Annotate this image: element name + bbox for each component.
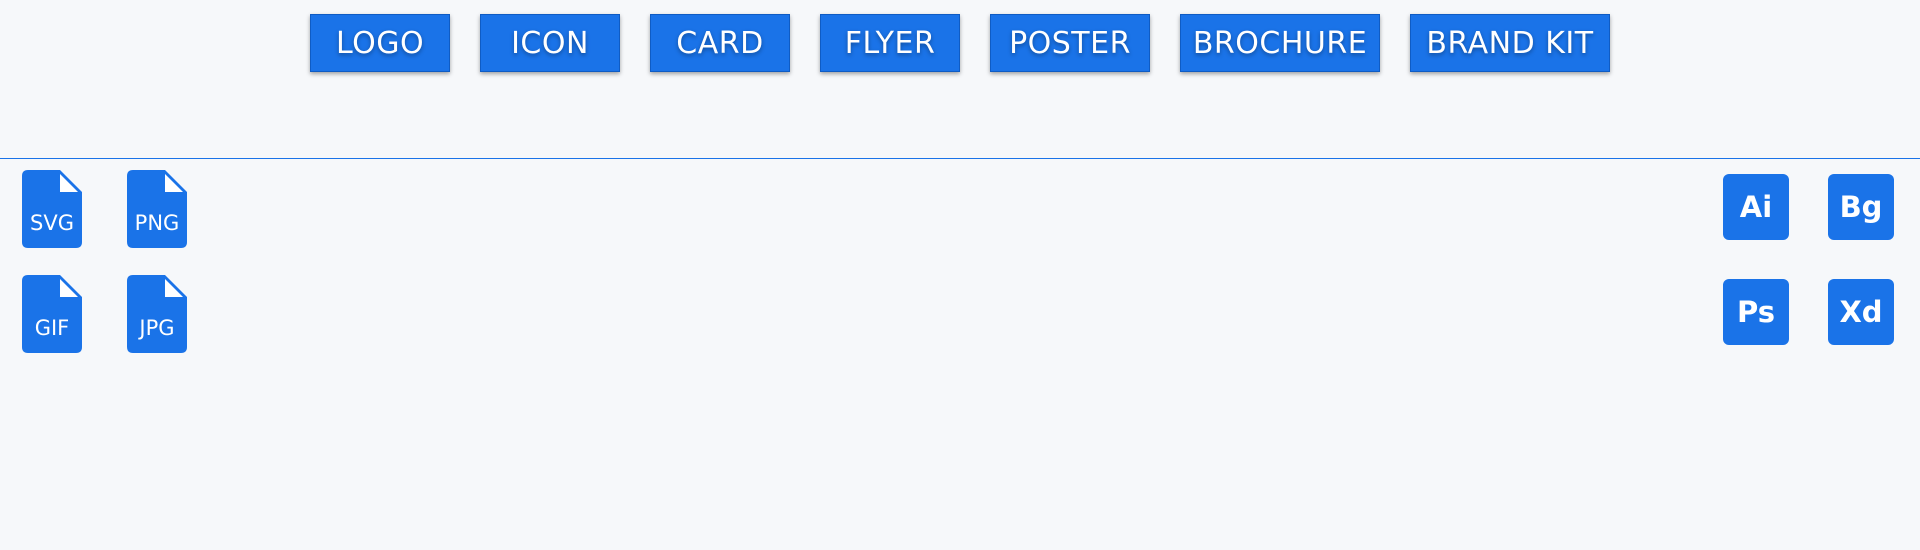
bg-app-icon[interactable]: Bg [1828, 174, 1894, 240]
tab-card[interactable]: CARD [650, 14, 790, 72]
tab-logo[interactable]: LOGO [310, 14, 450, 72]
file-format-label: JPG [139, 316, 175, 340]
illustrator-icon[interactable]: Ai [1723, 174, 1789, 240]
section-divider [0, 158, 1920, 159]
xd-icon[interactable]: Xd [1828, 279, 1894, 345]
tab-brochure[interactable]: BROCHURE [1180, 14, 1380, 72]
photoshop-icon[interactable]: Ps [1723, 279, 1789, 345]
file-format-label: SVG [30, 211, 74, 235]
file-png-icon[interactable]: PNG [127, 170, 187, 248]
file-format-label: PNG [134, 211, 180, 235]
tab-poster[interactable]: POSTER [990, 14, 1150, 72]
file-gif-icon[interactable]: GIF [22, 275, 82, 353]
file-format-label: GIF [34, 316, 70, 340]
category-tab-bar: LOGO ICON CARD FLYER POSTER BROCHURE BRA… [0, 14, 1920, 74]
tab-icon[interactable]: ICON [480, 14, 620, 72]
tab-flyer[interactable]: FLYER [820, 14, 960, 72]
file-svg-icon[interactable]: SVG [22, 170, 82, 248]
file-jpg-icon[interactable]: JPG [127, 275, 187, 353]
tab-brand-kit[interactable]: BRAND KIT [1410, 14, 1610, 72]
